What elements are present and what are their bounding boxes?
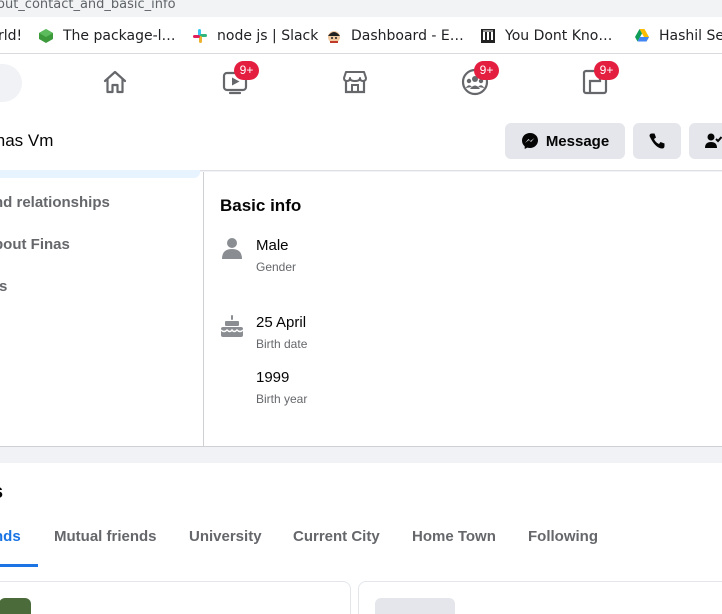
library-icon [480,28,496,44]
friends-button[interactable] [689,123,722,159]
birth-date-value: 25 April [256,314,307,331]
about-card: nd relationships bout Finas ts Basic inf… [0,170,722,447]
tab-mutual-friends[interactable]: Mutual friends [54,528,157,545]
bookmark-label: Hashil Se [659,27,722,44]
tab-all-friends[interactable]: nds [0,528,21,545]
profile-header: inas Vm Message [0,111,722,171]
nav-groups[interactable]: 9+ [461,61,499,96]
active-nav-highlight [0,170,200,178]
gender-value: Male [256,237,289,254]
message-button-label: Message [545,132,610,150]
section-title: Basic info [220,196,302,215]
friend-card[interactable] [358,581,722,614]
bookmark-label: node js | Slack [217,27,319,44]
nav-watch[interactable]: 9+ [221,61,259,96]
ninja-avatar-icon [326,28,342,44]
shop-icon [343,71,367,94]
phone-icon [648,132,666,150]
screen: out_contact_and_basic_info rld! The pack… [0,0,722,614]
bookmark-label: Dashboard - E… [351,27,464,44]
about-nav-family-relationships[interactable]: nd relationships [0,194,110,211]
messenger-icon [521,132,539,150]
nav-marketplace[interactable] [341,68,369,96]
friend-card[interactable] [0,581,351,614]
message-button[interactable]: Message [505,123,625,159]
divider [203,172,204,447]
birthday-cake-icon [220,314,244,338]
npm-cube-icon [38,28,54,44]
birth-year-value: 1999 [256,369,290,386]
tab-university[interactable]: University [189,528,262,545]
about-nav-life-events[interactable]: ts [0,278,7,295]
facebook-top-nav: 9+ 9+ 9+ [0,54,722,111]
friend-avatar [375,598,455,614]
nav-gaming[interactable]: 9+ [581,61,619,96]
bookmark-label: You Dont Kno… [505,27,613,44]
friends-card: s nds Mutual friends University Current … [0,463,722,614]
bookmark-npm-package[interactable]: The package-l… [38,17,176,54]
about-nav-details[interactable]: bout Finas [0,236,70,253]
notification-badge: 9+ [474,61,499,80]
bookmark-you-dont-know[interactable]: You Dont Kno… [480,17,612,54]
nav-home[interactable] [101,68,129,96]
friends-title: s [0,481,3,504]
home-icon [103,70,127,94]
bookmark-hashil[interactable]: Hashil Se [634,17,722,54]
address-bar[interactable]: out_contact_and_basic_info [0,0,722,17]
slack-icon [192,28,208,44]
bookmark-dashboard[interactable]: Dashboard - E… [326,17,464,54]
tab-following[interactable]: Following [528,528,598,545]
profile-name: inas Vm [0,131,54,150]
active-tab-indicator [0,564,38,567]
notification-badge: 9+ [234,61,259,80]
gender-label: Gender [256,260,297,274]
url-text: out_contact_and_basic_info [0,0,176,12]
search-input[interactable] [0,64,22,102]
bookmark-slack[interactable]: node js | Slack [192,17,318,54]
notification-badge: 9+ [594,61,619,80]
bookmark-label: The package-l… [63,27,176,44]
google-drive-icon [634,28,650,44]
tab-current-city[interactable]: Current City [293,528,380,545]
bookmark-label: rld! [0,27,23,44]
friend-avatar [0,598,31,614]
person-icon [220,236,244,260]
friend-check-icon [704,132,722,150]
birth-year-label: Birth year [256,392,308,406]
bookmarks-bar: rld! The package-l… node js | Slack Dash… [0,17,722,54]
tab-home-town[interactable]: Home Town [412,528,496,545]
call-button[interactable] [633,123,681,159]
birth-date-label: Birth date [256,337,308,351]
bookmark-hello-world[interactable]: rld! [0,17,22,54]
